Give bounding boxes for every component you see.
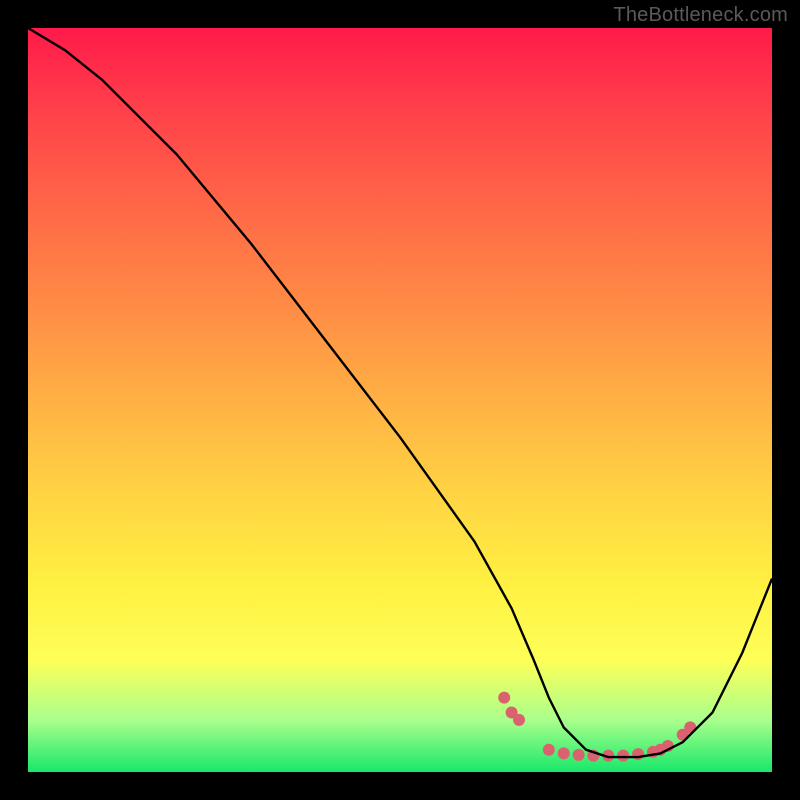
chart-container: TheBottleneck.com: [0, 0, 800, 800]
marker-dot: [513, 714, 525, 726]
marker-dot: [558, 747, 570, 759]
watermark-label: TheBottleneck.com: [613, 4, 788, 27]
marker-dot: [543, 744, 555, 756]
marker-dot: [498, 692, 510, 704]
curve-line: [28, 28, 772, 757]
plot-area: [28, 28, 772, 772]
marker-dot: [617, 750, 629, 762]
marker-dot: [573, 749, 585, 761]
chart-svg: [28, 28, 772, 772]
